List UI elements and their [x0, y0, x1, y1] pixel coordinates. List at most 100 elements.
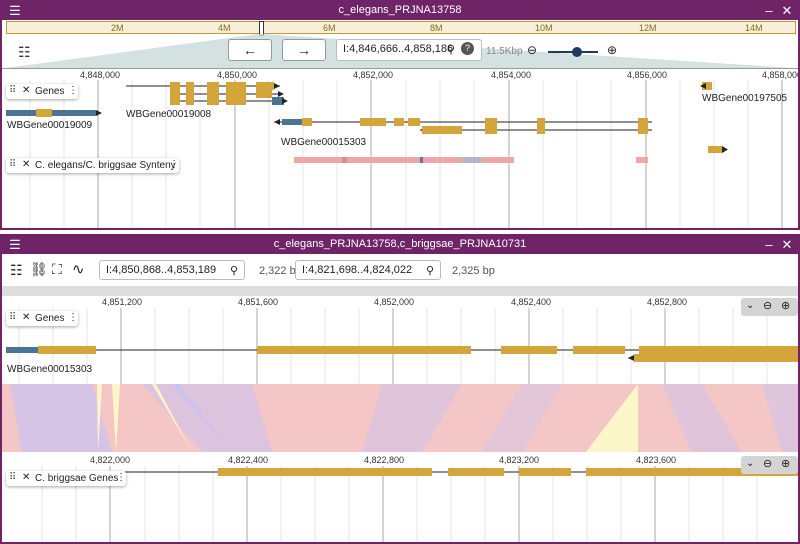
arrow-right-icon: →: [297, 42, 311, 58]
locstring-input[interactable]: I:4,846,666..4,858,186 ⚲ ?: [336, 39, 482, 61]
curved-lines-icon[interactable]: ∿: [72, 260, 85, 278]
close-track-icon[interactable]: ✕: [22, 85, 30, 96]
gene-label: WBGene00019008: [126, 109, 212, 120]
ruler-tick: 4,850,000: [217, 70, 258, 80]
gene-label: WBGene00019009: [7, 120, 93, 131]
gene-label: WBGene00015303: [7, 364, 93, 375]
top-coordinate-ruler: 4,851,200 4,851,600 4,852,000 4,852,400 …: [2, 296, 798, 308]
collapse-icon[interactable]: ⌄: [746, 300, 754, 311]
ruler-tick: 4,823,600: [636, 455, 677, 465]
ruler-tick: 4,822,800: [364, 455, 405, 465]
gene-label: WBGene00197505: [702, 93, 788, 104]
bottom-locstring-value: I:4,821,698..4,824,022: [302, 264, 413, 276]
overview-tick: 6M: [323, 23, 336, 33]
overview-tick: 10M: [535, 23, 553, 33]
ruler-tick: 4,854,000: [491, 70, 532, 80]
top-track-header-genes[interactable]: ⠿ ✕ Genes ⋮: [6, 311, 78, 326]
top-zoom-controls: ⌄ ⊖ ⊕: [741, 298, 798, 316]
drag-handle-icon[interactable]: ⠿: [9, 312, 16, 323]
close-track-icon[interactable]: ✕: [22, 159, 30, 170]
zoom-out-icon[interactable]: ⊖: [763, 457, 772, 470]
drag-handle-icon[interactable]: ⠿: [9, 85, 16, 96]
track-menu-icon[interactable]: ⋮: [68, 85, 78, 96]
track-name: Genes: [35, 86, 65, 97]
synteny-features: [294, 157, 648, 163]
overview-scale-bar[interactable]: 2M 4M 6M 8M 10M 12M 14M: [6, 21, 796, 36]
view-divider: [2, 286, 798, 296]
close-track-icon[interactable]: ✕: [22, 472, 30, 483]
track-menu-icon[interactable]: ⋮: [116, 472, 126, 483]
drag-handle-icon[interactable]: ⠿: [9, 159, 16, 170]
track-name: C. briggsae Genes: [35, 473, 119, 484]
ruler-tick: 4,851,200: [102, 297, 143, 307]
gridlines: [29, 80, 749, 228]
view-title-bar: ☰ c_elegans_PRJNA13758,c_briggsae_PRJNA1…: [2, 236, 798, 254]
ruler-tick: 4,852,000: [353, 70, 394, 80]
zoom-out-icon[interactable]: ⊖: [763, 299, 772, 312]
zoom-in-icon[interactable]: ⊕: [607, 43, 617, 57]
view-title-bar: ☰ c_elegans_PRJNA13758 – ✕: [2, 2, 798, 20]
bottom-coordinate-ruler: 4,822,000 4,822,400 4,822,800 4,823,200 …: [2, 454, 798, 466]
search-icon[interactable]: ⚲: [426, 264, 434, 277]
zoom-in-icon[interactable]: ⊕: [781, 457, 790, 470]
bottom-locstring-input[interactable]: I:4,821,698..4,824,022 ⚲: [295, 260, 441, 280]
gene-WBGene00015303: [274, 118, 652, 134]
track-menu-icon[interactable]: ⋮: [169, 159, 179, 170]
bottom-bp-label: 2,325 bp: [452, 265, 495, 277]
back-button[interactable]: ←: [228, 39, 272, 61]
bp-per-view-label: 11.5Kbp: [486, 46, 523, 57]
close-icon[interactable]: ✕: [778, 2, 796, 20]
linear-genome-view: ☰ c_elegans_PRJNA13758 – ✕ 2M 4M 6M 8M 1…: [0, 0, 800, 230]
view-title: c_elegans_PRJNA13758,c_briggsae_PRJNA107…: [273, 238, 527, 250]
zoom-in-icon[interactable]: ⊕: [781, 299, 790, 312]
zoom-slider[interactable]: [548, 47, 598, 57]
ruler-tick: 4,822,000: [90, 455, 131, 465]
drag-handle-icon[interactable]: ⠿: [9, 472, 16, 483]
overview-tick: 8M: [430, 23, 443, 33]
help-icon[interactable]: ?: [461, 42, 474, 55]
overview-tick: 14M: [745, 23, 763, 33]
track-menu-icon[interactable]: ⋮: [68, 312, 78, 323]
bottom-zoom-controls: ⌄ ⊖ ⊕: [741, 456, 798, 474]
search-icon[interactable]: ⚲: [230, 264, 238, 277]
ruler-tick: 4,823,200: [499, 455, 540, 465]
track-area[interactable]: [2, 80, 798, 230]
collapse-icon[interactable]: ⌄: [746, 458, 754, 469]
track-selector-icon[interactable]: ☷: [18, 44, 31, 61]
link-views-icon[interactable]: ⛓: [30, 261, 48, 278]
ruler-tick: 4,848,000: [80, 70, 121, 80]
linear-synteny-view: ☰ c_elegans_PRJNA13758,c_briggsae_PRJNA1…: [0, 234, 800, 544]
forward-button[interactable]: →: [282, 39, 326, 61]
track-header-genes[interactable]: ⠿ ✕ Genes ⋮: [6, 84, 78, 99]
close-track-icon[interactable]: ✕: [22, 312, 30, 323]
bottom-track-header-genes[interactable]: ⠿ ✕ C. briggsae Genes ⋮: [6, 471, 126, 486]
ruler-tick: 4,822,400: [228, 455, 269, 465]
search-icon[interactable]: ⚲: [447, 43, 455, 56]
close-icon[interactable]: ✕: [778, 236, 796, 254]
overview-tick: 4M: [218, 23, 231, 33]
fullscreen-icon[interactable]: ⛶: [52, 261, 62, 278]
synteny-ribbon[interactable]: [2, 384, 798, 452]
gene-WBGene00019009: [6, 109, 102, 117]
ruler-tick: 4,852,400: [511, 297, 552, 307]
track-header-synteny[interactable]: ⠿ ✕ C. elegans/C. briggsae Synteny ⋮: [6, 158, 179, 173]
ruler-tick: 4,852,800: [647, 297, 688, 307]
zoom-slider-thumb[interactable]: [572, 47, 582, 57]
track-name: Genes: [35, 313, 65, 324]
arrow-left-icon: ←: [243, 42, 257, 58]
overview-tick: 2M: [111, 23, 124, 33]
ruler-tick: 4,856,000: [627, 70, 668, 80]
overview-tick: 12M: [639, 23, 657, 33]
top-locstring-input[interactable]: I:4,850,868..4,853,189 ⚲: [99, 260, 245, 280]
minimize-icon[interactable]: –: [760, 236, 778, 254]
ruler-tick: 4,852,000: [374, 297, 415, 307]
minimize-icon[interactable]: –: [760, 2, 778, 20]
ruler-tick: 4,851,600: [238, 297, 279, 307]
view-title: c_elegans_PRJNA13758: [338, 4, 462, 16]
track-name: C. elegans/C. briggsae Synteny: [35, 160, 176, 171]
track-selector-icon[interactable]: ☷: [10, 262, 23, 279]
top-track-area[interactable]: [2, 308, 798, 384]
gene-label: WBGene00015303: [281, 137, 367, 148]
top-locstring-value: I:4,850,868..4,853,189: [106, 264, 217, 276]
zoom-out-icon[interactable]: ⊖: [527, 43, 537, 57]
